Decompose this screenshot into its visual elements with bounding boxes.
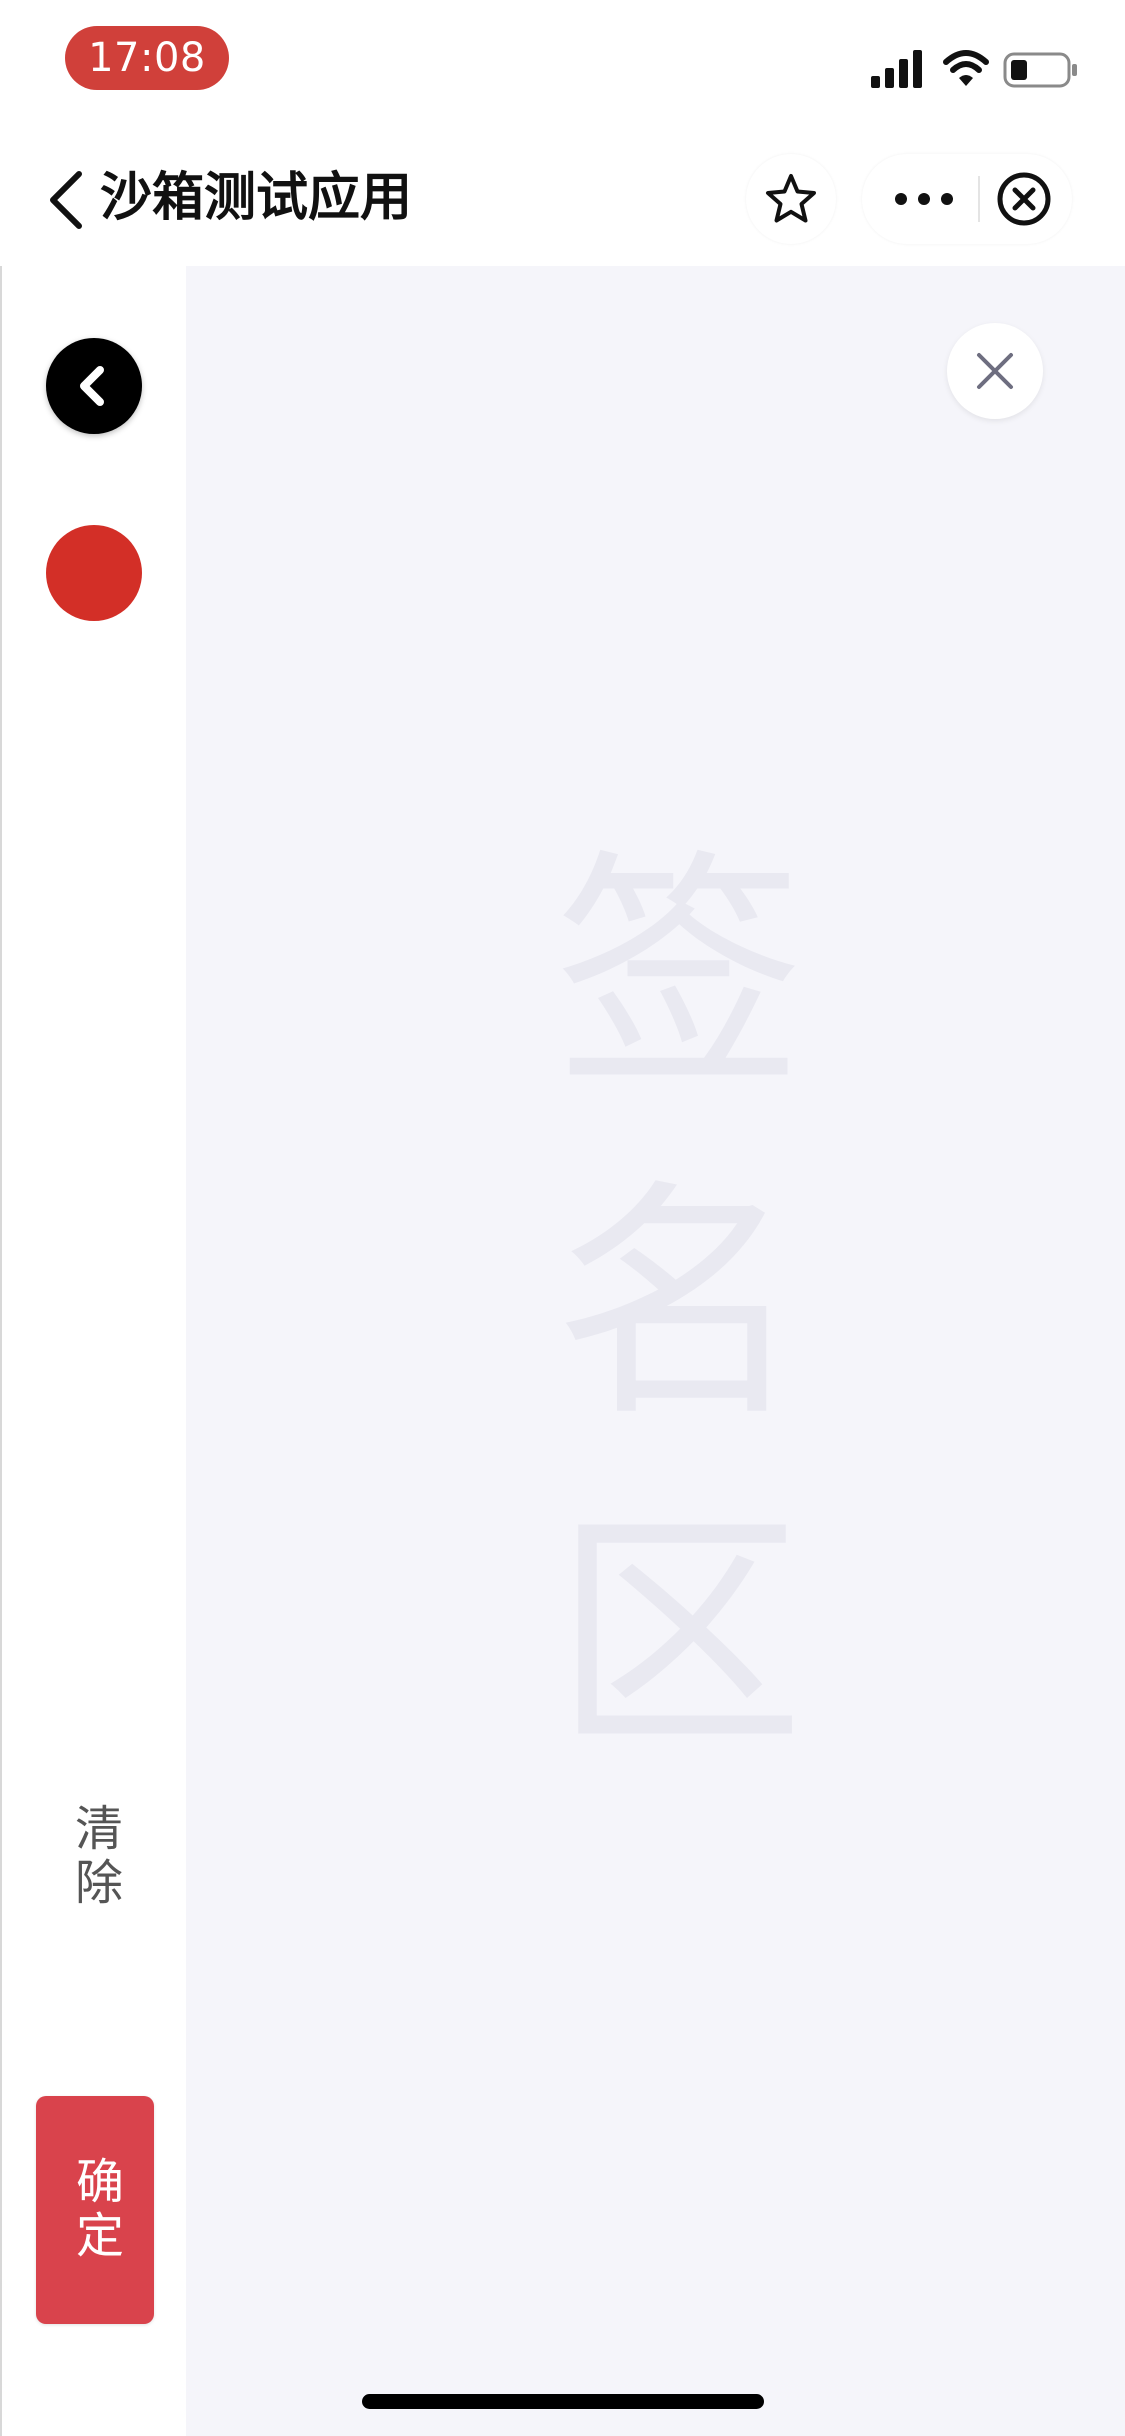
status-icons — [871, 48, 1081, 92]
chevron-left-icon — [80, 366, 104, 406]
mini-program-capsule — [862, 154, 1072, 244]
clear-label: 清除 — [66, 1803, 122, 1911]
favorite-button[interactable] — [746, 154, 836, 244]
status-time: 17:08 — [65, 26, 229, 90]
signature-watermark: 签名区 — [506, 786, 806, 1886]
confirm-button[interactable]: 确定 — [36, 2096, 154, 2324]
confirm-label: 确定 — [67, 2156, 123, 2264]
more-dots-icon — [895, 193, 953, 205]
exit-button[interactable] — [980, 154, 1072, 244]
signature-toolbar: 清除 确定 — [0, 266, 186, 2436]
canvas-close-button[interactable] — [947, 323, 1043, 419]
close-circle-icon — [997, 172, 1051, 226]
battery-icon — [1003, 52, 1077, 88]
cellular-signal-icon — [871, 50, 922, 88]
watermark-text: 签名区 — [511, 841, 802, 1831]
pen-color-swatch[interactable] — [46, 525, 142, 621]
close-x-icon — [977, 353, 1013, 389]
wifi-icon — [943, 50, 989, 86]
page-title: 沙箱测试应用 — [100, 168, 413, 228]
nav-back-button[interactable] — [45, 170, 89, 230]
more-button[interactable] — [862, 154, 967, 244]
star-icon — [766, 174, 816, 223]
clear-button[interactable]: 清除 — [46, 1792, 142, 1922]
home-indicator — [362, 2394, 764, 2409]
back-chevron-icon — [50, 171, 82, 229]
signature-screen: 17:08 沙箱测试应用 清除 确定 签名区 — [0, 0, 1125, 2436]
undo-button[interactable] — [46, 338, 142, 434]
signature-canvas[interactable]: 签名区 — [186, 266, 1125, 2436]
